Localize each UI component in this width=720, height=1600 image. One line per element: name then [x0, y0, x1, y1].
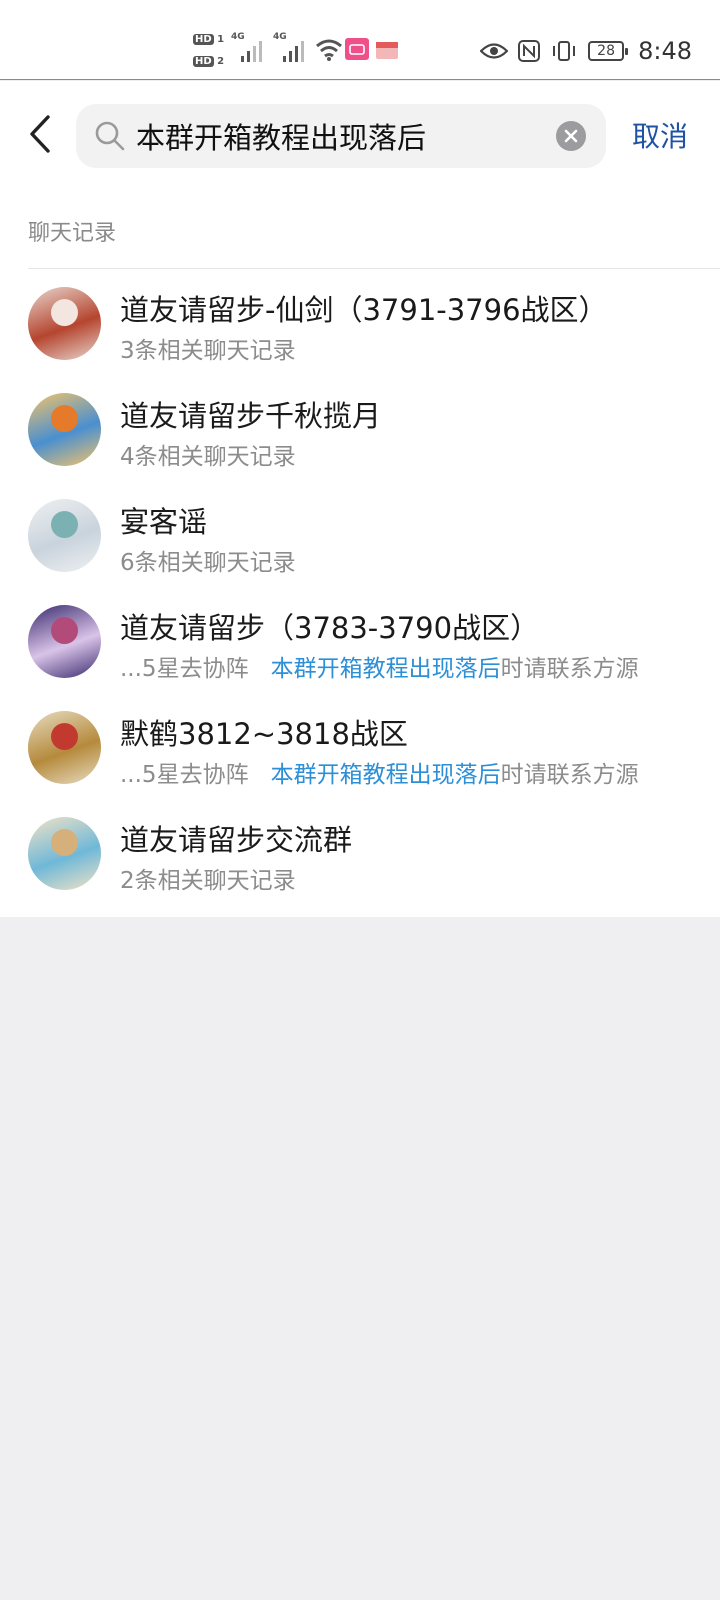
- result-item[interactable]: 道友请留步（3783-3790战区） ...5星去协阵 本群开箱教程出现落后时请联…: [0, 595, 720, 703]
- result-subtitle: 6条相关聊天记录: [120, 550, 296, 576]
- status-right: 28 8:48: [480, 34, 692, 68]
- search-header: 取消: [0, 81, 720, 191]
- avatar: [28, 817, 101, 890]
- result-title: 道友请留步（3783-3790战区）: [120, 611, 540, 645]
- result-title: 道友请留步交流群: [120, 823, 353, 857]
- eye-icon: [480, 43, 509, 59]
- back-button[interactable]: [24, 111, 60, 157]
- search-box[interactable]: [76, 104, 606, 168]
- battery-icon: 28: [588, 41, 629, 61]
- snippet-highlight: 本群开箱教程出现落后: [270, 656, 501, 682]
- avatar: [28, 605, 101, 678]
- status-bar: HD 1 HD 2 4G 4G 28 8:48: [0, 0, 720, 80]
- result-item[interactable]: 道友请留步千秋揽月 4条相关聊天记录: [0, 383, 720, 491]
- snippet-suffix: 时请联系方源: [500, 762, 639, 788]
- result-item[interactable]: 默鹤3812~3818战区 ...5星去协阵 本群开箱教程出现落后时请联系方源: [0, 701, 720, 809]
- divider: [28, 268, 720, 269]
- snippet-prefix: ...5星去协阵: [120, 656, 249, 682]
- chevron-left-icon: [30, 115, 50, 153]
- vibrate-icon: [553, 41, 576, 61]
- avatar: [28, 499, 101, 572]
- avatar: [28, 287, 101, 360]
- signal-1-icon: 4G: [231, 32, 265, 64]
- signal-2-icon: 4G: [273, 32, 307, 64]
- search-icon: [95, 121, 125, 151]
- result-item[interactable]: 道友请留步-仙剑（3791-3796战区） 3条相关聊天记录: [0, 277, 720, 385]
- clock: 8:48: [638, 37, 692, 65]
- hd-badge-2: HD 2: [193, 56, 225, 67]
- result-item[interactable]: 宴客谣 6条相关聊天记录: [0, 489, 720, 597]
- result-subtitle: 3条相关聊天记录: [120, 338, 296, 364]
- result-title: 道友请留步千秋揽月: [120, 399, 382, 433]
- bilibili-app-icon: [345, 38, 369, 60]
- wifi-icon: [315, 38, 343, 62]
- result-subtitle: ...5星去协阵 本群开箱教程出现落后时请联系方源: [120, 649, 639, 683]
- gift-app-icon: [375, 38, 399, 60]
- hd-badge-1: HD 1: [193, 34, 225, 45]
- result-title: 道友请留步-仙剑（3791-3796战区）: [120, 293, 608, 327]
- snippet-highlight: 本群开箱教程出现落后: [270, 762, 501, 788]
- result-subtitle: 2条相关聊天记录: [120, 868, 296, 894]
- snippet-suffix: 时请联系方源: [500, 656, 639, 682]
- result-subtitle: 4条相关聊天记录: [120, 444, 296, 470]
- clear-search-button[interactable]: [556, 121, 586, 151]
- hd-badges: HD 1 HD 2: [193, 32, 229, 76]
- nfc-icon: [518, 40, 541, 62]
- result-item[interactable]: 道友请留步交流群 2条相关聊天记录: [0, 807, 720, 915]
- cancel-button[interactable]: 取消: [632, 115, 688, 155]
- section-title: 聊天记录: [28, 221, 117, 246]
- avatar: [28, 711, 101, 784]
- avatar: [28, 393, 101, 466]
- snippet-prefix: ...5星去协阵: [120, 762, 249, 788]
- search-input[interactable]: [136, 114, 536, 158]
- result-subtitle: ...5星去协阵 本群开箱教程出现落后时请联系方源: [120, 755, 639, 789]
- results-panel: 聊天记录 道友请留步-仙剑（3791-3796战区） 3条相关聊天记录 道友请留…: [0, 191, 720, 917]
- result-title: 默鹤3812~3818战区: [120, 717, 408, 751]
- close-icon: [564, 129, 578, 143]
- result-title: 宴客谣: [120, 505, 208, 539]
